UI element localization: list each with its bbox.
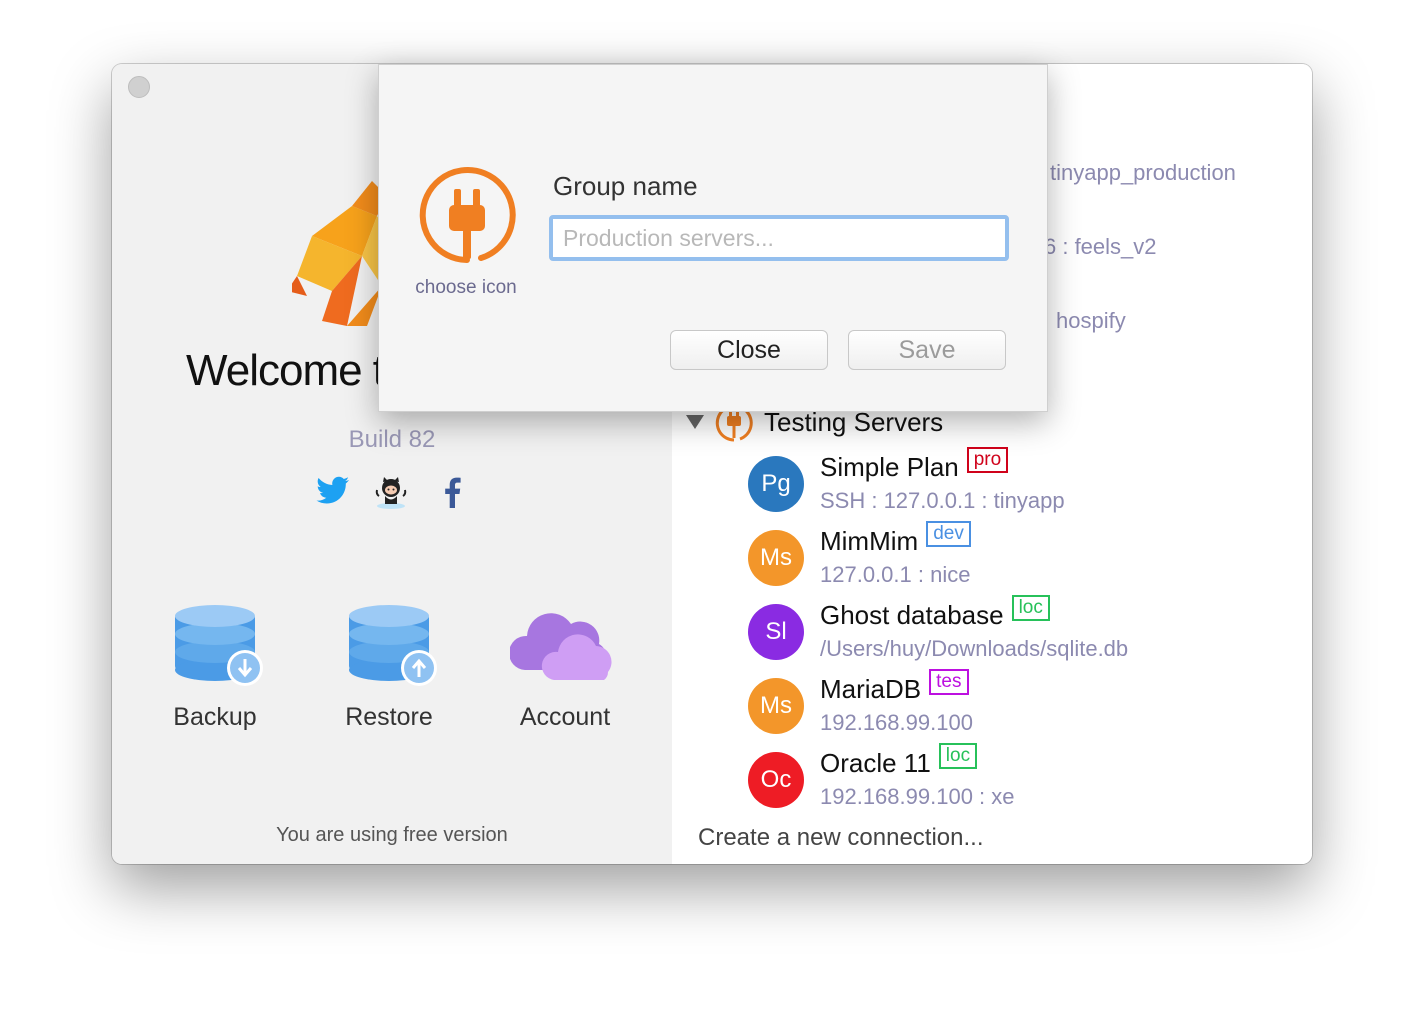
- twitter-icon[interactable]: [316, 476, 350, 511]
- cloud-icon: [508, 613, 612, 680]
- connection-avatar: Oc: [748, 752, 804, 808]
- database-download-icon: [175, 605, 263, 686]
- account-label: Account: [519, 703, 611, 731]
- connection-name: Oracle 11: [820, 748, 931, 778]
- connection-name-line: Simple Plan pro: [820, 446, 1009, 483]
- connection-detail: 192.168.99.100 : xe: [820, 784, 1015, 809]
- restore-button[interactable]: Restore: [324, 604, 454, 732]
- save-button[interactable]: Save: [848, 330, 1006, 370]
- free-version-note: You are using free version: [276, 824, 508, 846]
- create-connection-link[interactable]: Create a new connection...: [698, 824, 984, 852]
- connection-row[interactable]: Oc Oracle 11 loc 192.168.99.100 : xe: [748, 742, 1308, 818]
- welcome-title: Welcome t: [186, 346, 385, 395]
- connection-name-line: Ghost database loc: [820, 594, 1050, 631]
- connection-detail-partial: 6 : feels_v2: [1044, 234, 1157, 259]
- connection-detail-partial: hospify: [1056, 308, 1126, 333]
- choose-icon-button[interactable]: [417, 165, 517, 270]
- connection-name-line: Oracle 11 loc: [820, 742, 978, 779]
- connection-detail: /Users/huy/Downloads/sqlite.db: [820, 636, 1129, 661]
- choose-icon-label[interactable]: choose icon: [401, 277, 531, 299]
- window-close-button[interactable]: [128, 76, 150, 98]
- connection-name: Ghost database: [820, 600, 1004, 630]
- account-button[interactable]: Account: [500, 604, 630, 732]
- database-upload-icon: [349, 605, 437, 686]
- group-name-label: Group name: [553, 171, 698, 201]
- backup-label: Backup: [173, 703, 257, 731]
- plug-icon: [419, 167, 516, 263]
- facebook-icon[interactable]: [442, 476, 462, 513]
- connection-avatar: Pg: [748, 456, 804, 512]
- connection-detail: SSH : 127.0.0.1 : tinyapp: [820, 488, 1065, 513]
- connection-avatar: Ms: [748, 678, 804, 734]
- connection-detail: 127.0.0.1 : nice: [820, 562, 971, 587]
- new-group-dialog: choose icon Group name Close Save: [378, 64, 1048, 412]
- connection-avatar: Ms: [748, 530, 804, 586]
- connection-name: MariaDB: [820, 674, 922, 704]
- connection-name: Simple Plan: [820, 452, 959, 482]
- connection-tag-badge: tes: [929, 668, 969, 695]
- connection-tag-badge: loc: [1011, 594, 1050, 621]
- github-octocat-icon[interactable]: [374, 476, 408, 515]
- connection-name: MimMim: [820, 526, 919, 556]
- backup-button[interactable]: Backup: [150, 604, 280, 732]
- build-number: Build 82: [348, 426, 436, 453]
- group-name-input[interactable]: [549, 215, 1009, 261]
- connection-tag-badge: loc: [938, 742, 978, 769]
- disclosure-triangle-icon[interactable]: [686, 415, 704, 429]
- connection-avatar: Sl: [748, 604, 804, 660]
- connection-tag-badge: pro: [966, 446, 1009, 473]
- connection-row[interactable]: Ms MimMim dev 127.0.0.1 : nice: [748, 520, 1308, 596]
- connection-row[interactable]: Sl Ghost database loc/Users/huy/Downloads/…: [748, 594, 1308, 670]
- connection-name-line: MimMim dev: [820, 520, 971, 557]
- connection-row[interactable]: Ms MariaDB tes 192.168.99.100: [748, 668, 1308, 744]
- connection-detail: 192.168.99.100: [820, 710, 973, 735]
- close-button[interactable]: Close: [670, 330, 828, 370]
- connection-name-line: MariaDB tes: [820, 668, 969, 705]
- connection-tag-badge: dev: [926, 520, 971, 547]
- connection-row[interactable]: Pg Simple Plan pro SSH : 127.0.0.1 : tinyap…: [748, 446, 1308, 522]
- restore-label: Restore: [345, 703, 433, 731]
- connection-detail-partial: tinyapp_production: [1050, 160, 1236, 185]
